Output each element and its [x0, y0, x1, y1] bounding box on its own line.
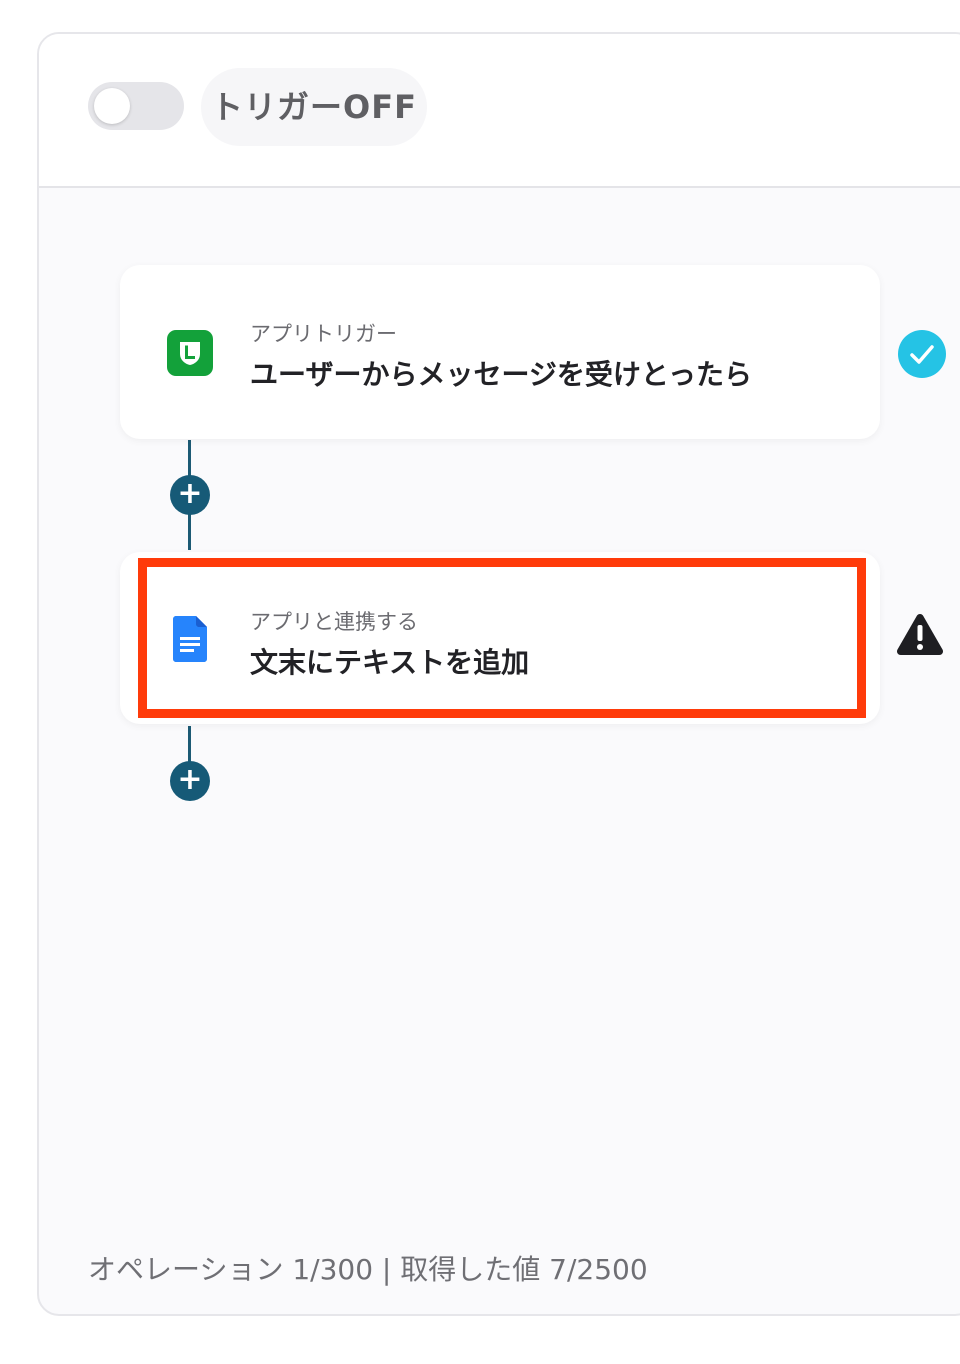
toggle-knob	[94, 88, 130, 124]
step-subtitle: アプリトリガー	[250, 322, 397, 346]
line-icon	[167, 330, 213, 376]
trigger-toggle[interactable]	[88, 82, 184, 130]
trigger-status-label: トリガーOFF	[201, 68, 427, 146]
add-step-button[interactable]: +	[170, 761, 210, 801]
usage-footer: オペレーション 1/300 | 取得した値 7/2500	[88, 1253, 648, 1286]
step-title: ユーザーからメッセージを受けとったら	[250, 358, 753, 391]
step-card-trigger[interactable]: アプリトリガー ユーザーからメッセージを受けとったら	[120, 265, 880, 439]
add-step-button[interactable]: +	[170, 475, 210, 515]
highlight-box	[138, 558, 866, 718]
warning-icon	[897, 614, 943, 655]
check-icon	[898, 330, 946, 378]
panel-header: トリガーOFF	[39, 34, 960, 188]
